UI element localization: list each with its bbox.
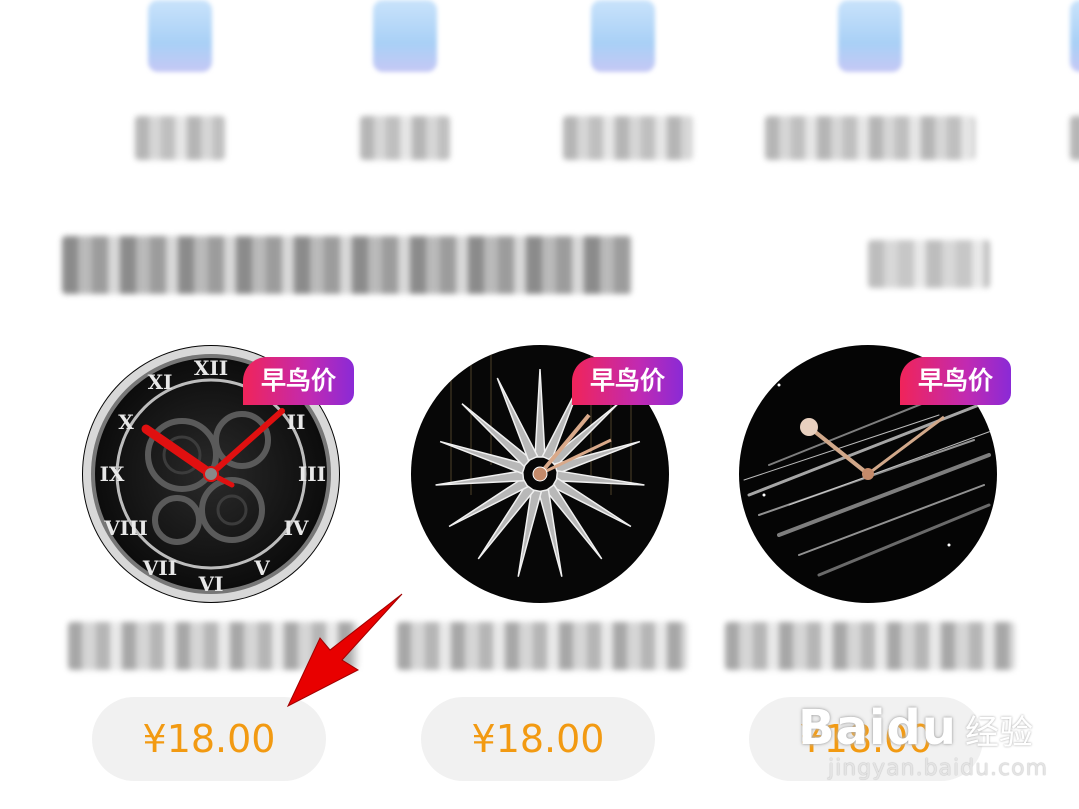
svg-text:II: II: [287, 410, 306, 434]
category-icon: [838, 0, 902, 72]
svg-text:X: X: [118, 410, 134, 434]
category-label-blurred: [135, 116, 225, 160]
early-bird-badge: 早鸟价: [242, 357, 354, 405]
category-icon: [591, 0, 655, 72]
category-icon: [373, 0, 437, 72]
svg-text:IX: IX: [100, 462, 125, 486]
category-item[interactable]: [1060, 0, 1079, 160]
price-button[interactable]: ¥18.00: [421, 697, 655, 781]
category-item[interactable]: [563, 0, 693, 160]
svg-text:VI: VI: [198, 572, 224, 596]
watermark-suffix: 经验: [964, 713, 1033, 753]
watermark-url: jingyan.baidu.com: [828, 756, 1049, 781]
section-more-link-blurred[interactable]: [868, 240, 990, 288]
watch-face-card[interactable]: XIIIII VIIX III IVV VIIVIII XXI 早鸟价 ¥18.…: [68, 345, 358, 795]
category-label-blurred: [563, 116, 693, 160]
category-label-blurred: [1070, 116, 1079, 160]
product-name-blurred: [397, 622, 687, 670]
svg-text:III: III: [298, 462, 326, 486]
baidu-jingyan-watermark: Baidu 经验 jingyan.baidu.com: [798, 700, 1048, 781]
product-name-blurred: [725, 622, 1015, 670]
watermark-logo: Baidu: [798, 700, 957, 756]
watch-face-card[interactable]: 早鸟价 ¥18.00: [397, 345, 687, 795]
svg-text:XI: XI: [148, 370, 173, 394]
category-item[interactable]: [765, 0, 975, 160]
category-item[interactable]: [120, 0, 240, 160]
svg-text:V: V: [253, 556, 270, 580]
annotation-arrow: [286, 593, 403, 708]
category-icon: [148, 0, 212, 72]
svg-text:XII: XII: [194, 356, 228, 380]
section-title-blurred: [62, 236, 632, 294]
early-bird-badge: 早鸟价: [899, 357, 1011, 405]
category-label-blurred: [765, 116, 975, 160]
category-item[interactable]: [345, 0, 465, 160]
svg-text:IV: IV: [284, 516, 309, 540]
svg-text:VIII: VIII: [103, 516, 148, 540]
category-icon: [1070, 0, 1079, 72]
early-bird-badge: 早鸟价: [571, 357, 683, 405]
svg-text:VII: VII: [142, 556, 177, 580]
category-label-blurred: [360, 116, 450, 160]
